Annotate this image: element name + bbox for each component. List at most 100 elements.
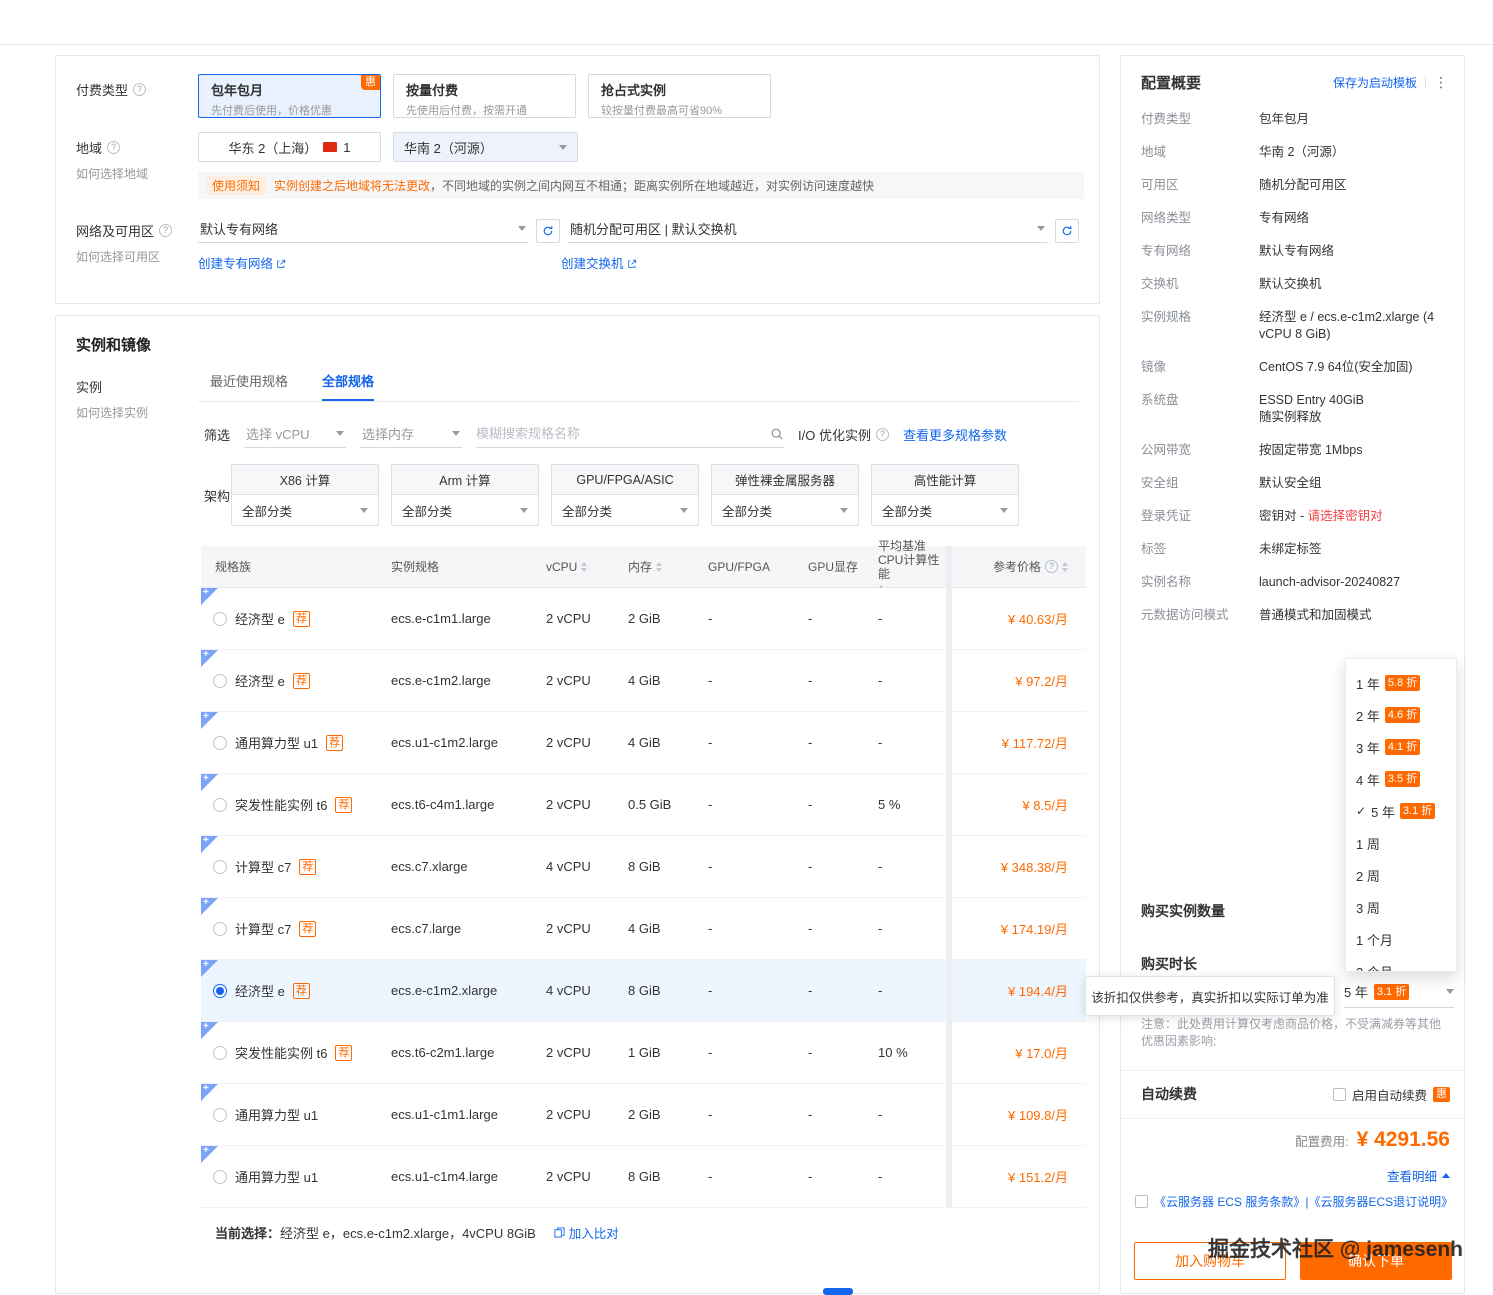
- sort-icon[interactable]: [1062, 562, 1068, 572]
- confirm-order-button[interactable]: 确认下单: [1300, 1242, 1452, 1280]
- spec-search-input[interactable]: [476, 426, 770, 441]
- add-to-cart-button[interactable]: 加入购物车: [1134, 1242, 1286, 1280]
- cpu-baseline-value: -: [878, 673, 946, 688]
- spec-radio[interactable]: [213, 1108, 227, 1122]
- table-row[interactable]: 经济型 e 荐 ecs.e-c1m1.large 2 vCPU 2 GiB - …: [201, 588, 1086, 650]
- region-select[interactable]: 华南 2（河源）: [393, 132, 578, 162]
- table-row[interactable]: 通用算力型 u1 荐 ecs.u1-c1m2.large 2 vCPU 4 Gi…: [201, 712, 1086, 774]
- add-compare-corner[interactable]: [201, 960, 218, 977]
- spec-radio[interactable]: [213, 1046, 227, 1060]
- duration-option[interactable]: 3 年 4.1 折: [1346, 731, 1456, 763]
- add-compare-corner[interactable]: [201, 898, 218, 915]
- spec-radio[interactable]: [213, 922, 227, 936]
- refresh-vswitch-button[interactable]: [1055, 219, 1079, 243]
- spec-radio[interactable]: [213, 984, 227, 998]
- duration-option[interactable]: 2 个月: [1346, 955, 1456, 972]
- more-menu-icon[interactable]: [1434, 74, 1448, 91]
- spec-radio[interactable]: [213, 736, 227, 750]
- add-compare-corner[interactable]: [201, 1084, 218, 1101]
- arch-tab[interactable]: X86 计算: [231, 464, 379, 495]
- create-vswitch-link[interactable]: 创建交换机: [561, 253, 637, 272]
- arch-tab[interactable]: 高性能计算: [871, 464, 1019, 495]
- payment-option[interactable]: 惠 包年包月 先付费后使用，价格优惠: [198, 74, 381, 118]
- help-icon[interactable]: [159, 224, 172, 237]
- add-compare-corner[interactable]: [201, 1022, 218, 1039]
- table-row[interactable]: 突发性能实例 t6 荐 ecs.t6-c4m1.large 2 vCPU 0.5…: [201, 774, 1086, 836]
- duration-option[interactable]: 2 周: [1346, 859, 1456, 891]
- add-compare-corner[interactable]: [201, 836, 218, 853]
- duration-option[interactable]: 5 年 3.1 折: [1346, 795, 1456, 827]
- region-help-link[interactable]: 如何选择地域: [76, 165, 198, 182]
- arch-category-select[interactable]: 全部分类: [391, 495, 539, 526]
- table-row[interactable]: 通用算力型 u1 ecs.u1-c1m1.large 2 vCPU 2 GiB …: [201, 1084, 1086, 1146]
- arch-category-select[interactable]: 全部分类: [231, 495, 379, 526]
- add-compare-corner[interactable]: [201, 588, 218, 605]
- price-value: ¥ 40.63/月: [946, 609, 1086, 628]
- duration-option[interactable]: 1 年 5.8 折: [1346, 667, 1456, 699]
- network-label: 网络及可用区: [76, 221, 154, 240]
- spec-radio[interactable]: [213, 612, 227, 626]
- instance-help-link[interactable]: 如何选择实例: [76, 404, 198, 421]
- payment-option[interactable]: 抢占式实例 较按量付费最高可省90%: [588, 74, 771, 118]
- help-icon[interactable]: [1045, 560, 1058, 573]
- family-name: 通用算力型 u1: [235, 1105, 318, 1124]
- sort-icon[interactable]: [581, 562, 587, 572]
- arch-category-select[interactable]: 全部分类: [871, 495, 1019, 526]
- duration-option[interactable]: 3 周: [1346, 891, 1456, 923]
- table-row[interactable]: 经济型 e 荐 ecs.e-c1m2.large 2 vCPU 4 GiB - …: [201, 650, 1086, 712]
- arch-tab[interactable]: Arm 计算: [391, 464, 539, 495]
- table-row[interactable]: 计算型 c7 荐 ecs.c7.xlarge 4 vCPU 8 GiB - - …: [201, 836, 1086, 898]
- view-detail-link[interactable]: 查看明细: [1387, 1166, 1437, 1185]
- vcpu-value: 2 vCPU: [546, 735, 628, 750]
- terms-links[interactable]: 《云服务器 ECS 服务条款》|《云服务器ECS退订说明》: [1154, 1194, 1453, 1211]
- refresh-vpc-button[interactable]: [536, 219, 560, 243]
- spec-radio[interactable]: [213, 798, 227, 812]
- spec-radio[interactable]: [213, 674, 227, 688]
- add-compare-corner[interactable]: [201, 1146, 218, 1163]
- table-row[interactable]: 计算型 c7 荐 ecs.c7.large 2 vCPU 4 GiB - - -…: [201, 898, 1086, 960]
- spec-radio[interactable]: [213, 860, 227, 874]
- add-compare-corner[interactable]: [201, 774, 218, 791]
- discount-badge: 4.6 折: [1385, 707, 1420, 723]
- sort-icon[interactable]: [656, 562, 662, 572]
- zone-help-link[interactable]: 如何选择可用区: [76, 248, 198, 265]
- search-icon[interactable]: [770, 427, 784, 441]
- table-scrollbar[interactable]: [946, 546, 952, 1208]
- table-row[interactable]: 突发性能实例 t6 荐 ecs.t6-c2m1.large 2 vCPU 1 G…: [201, 1022, 1086, 1084]
- help-icon[interactable]: [107, 141, 120, 154]
- memory-filter-select[interactable]: 选择内存: [360, 420, 462, 448]
- terms-checkbox[interactable]: [1135, 1195, 1148, 1208]
- vpc-select[interactable]: 默认专有网络: [198, 215, 528, 243]
- create-vpc-link[interactable]: 创建专有网络: [198, 257, 286, 271]
- duration-option[interactable]: 1 个月: [1346, 923, 1456, 955]
- horizontal-scrollbar-thumb[interactable]: [823, 1288, 853, 1295]
- cpu-baseline-value: -: [878, 611, 946, 626]
- duration-option[interactable]: 2 年 4.6 折: [1346, 699, 1456, 731]
- payment-option[interactable]: 按量付费 先使用后付费，按需开通: [393, 74, 576, 118]
- vcpu-filter-select[interactable]: 选择 vCPU: [244, 420, 346, 448]
- spec-radio[interactable]: [213, 1170, 227, 1184]
- select-keypair-link[interactable]: 请选择密钥对: [1308, 509, 1383, 523]
- vswitch-select[interactable]: 随机分配可用区 | 默认交换机: [568, 215, 1047, 243]
- autorenew-checkbox[interactable]: [1333, 1088, 1346, 1101]
- table-row[interactable]: 经济型 e 荐 ecs.e-c1m2.xlarge 4 vCPU 8 GiB -…: [201, 960, 1086, 1022]
- table-row[interactable]: 通用算力型 u1 ecs.u1-c1m4.large 2 vCPU 8 GiB …: [201, 1146, 1086, 1208]
- help-icon[interactable]: [133, 83, 146, 96]
- arch-category-select[interactable]: 全部分类: [711, 495, 859, 526]
- save-template-link[interactable]: 保存为启动模板: [1333, 74, 1417, 91]
- add-compare-corner[interactable]: [201, 712, 218, 729]
- tab-recent-specs[interactable]: 最近使用规格: [210, 371, 288, 401]
- tab-all-specs[interactable]: 全部规格: [322, 371, 374, 401]
- help-icon[interactable]: [876, 428, 889, 441]
- arch-category-select[interactable]: 全部分类: [551, 495, 699, 526]
- add-compare-corner[interactable]: [201, 650, 218, 667]
- region-current-tab[interactable]: 华东 2（上海） 1: [198, 132, 381, 162]
- arch-tab[interactable]: 弹性裸金属服务器: [711, 464, 859, 495]
- duration-select[interactable]: 5 年 3.1 折: [1344, 982, 1454, 1008]
- more-spec-params-link[interactable]: 查看更多规格参数: [903, 425, 1007, 444]
- arch-tab[interactable]: GPU/FPGA/ASIC: [551, 464, 699, 495]
- duration-option[interactable]: 4 年 3.5 折: [1346, 763, 1456, 795]
- duration-option[interactable]: 1 周: [1346, 827, 1456, 859]
- add-compare-link[interactable]: 加入比对: [554, 1223, 619, 1242]
- family-name: 经济型 e: [235, 609, 285, 628]
